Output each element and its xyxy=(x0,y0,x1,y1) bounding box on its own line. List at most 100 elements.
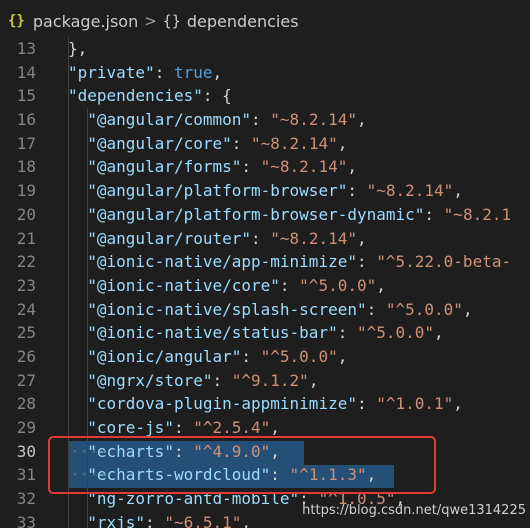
punctuation: , xyxy=(347,157,357,177)
line-number: 28 xyxy=(16,394,36,414)
punctuation: , xyxy=(337,133,348,153)
json-key: "rxjs" xyxy=(87,512,146,528)
line-number: 13 xyxy=(16,39,36,58)
code-text: "@angular/forms": "~8.2.14", xyxy=(87,155,357,179)
json-string: "^1.0.1" xyxy=(376,394,454,414)
punctuation: : xyxy=(356,394,377,414)
punctuation: , xyxy=(453,394,463,414)
json-key: "@ionic-native/app-minimize" xyxy=(87,252,357,272)
indent-guide xyxy=(68,179,69,203)
line-number: 29 xyxy=(16,418,36,437)
json-key: "@ionic/angular" xyxy=(87,346,242,366)
code-text: "rxjs": "~6.5.1", xyxy=(87,511,251,528)
object-icon: {} xyxy=(162,12,181,30)
code-line[interactable]: 19 "@angular/platform-browser": "~8.2.14"… xyxy=(0,179,530,203)
line-number: 17 xyxy=(16,133,36,153)
punctuation: : xyxy=(347,181,367,201)
code-text: "@ngrx/store": "^9.1.2", xyxy=(87,369,318,393)
code-line[interactable]: 25 "@ionic-native/status-bar": "^5.0.0", xyxy=(0,321,530,345)
code-text: "@ionic-native/core": "^5.0.0", xyxy=(87,274,386,298)
line-number: 23 xyxy=(16,275,36,295)
line-number: 27 xyxy=(16,370,36,390)
code-line[interactable]: 28 "cordova-plugin-appminimize": "^1.0.1"… xyxy=(0,392,530,416)
line-number: 26 xyxy=(16,346,36,366)
punctuation: : xyxy=(356,252,377,272)
line-number: 24 xyxy=(16,299,36,319)
punctuation: }, xyxy=(68,39,88,58)
punctuation: : xyxy=(241,346,261,366)
code-text: "@ionic-native/status-bar": "^5.0.0", xyxy=(87,321,443,345)
punctuation: : xyxy=(173,418,194,437)
punctuation: , xyxy=(453,181,463,201)
code-editor[interactable]: {} package.json > {} dependencies 13}, 14… xyxy=(0,0,530,528)
punctuation: : xyxy=(154,62,174,82)
code-line[interactable]: 15 "dependencies": { xyxy=(0,84,530,109)
punctuation: , xyxy=(434,323,444,343)
json-key: "@angular/platform-browser-dynamic" xyxy=(87,204,425,224)
code-text: "@angular/router": "~8.2.14", xyxy=(87,227,366,251)
json-string: "~8.2.14" xyxy=(251,133,338,153)
code-line[interactable]: 24 "@ionic-native/splash-screen": "^5.0.0… xyxy=(0,297,530,322)
punctuation: : xyxy=(251,110,271,130)
json-key: "@ionic-native/status-bar" xyxy=(87,323,338,343)
code-line[interactable]: 17 "@angular/core": "~8.2.14", xyxy=(0,131,530,156)
indent-guide xyxy=(68,510,69,528)
code-text: "@ionic-native/app-minimize": "^5.22.0-b… xyxy=(87,250,511,274)
punctuation: , xyxy=(241,512,252,528)
code-line[interactable]: 22 "@ionic-native/app-minimize": "^5.22.0… xyxy=(0,250,530,274)
code-text: "@angular/platform-browser-dynamic": "~8… xyxy=(87,203,511,227)
breadcrumb-node[interactable]: dependencies xyxy=(187,12,299,31)
code-line[interactable]: 21 "@angular/router": "~8.2.14", xyxy=(0,226,530,251)
line-number: 33 xyxy=(16,512,36,528)
line-number: 16 xyxy=(16,110,36,130)
code-line[interactable]: 16 "@angular/common": "~8.2.14", xyxy=(0,108,530,132)
json-string: "^5.0.0" xyxy=(356,323,435,343)
code-text: "@angular/platform-browser": "~8.2.14", xyxy=(87,179,463,203)
json-key: "@angular/router" xyxy=(87,228,252,248)
punctuation: , xyxy=(308,370,319,390)
punctuation: : xyxy=(337,323,357,343)
indent-guide xyxy=(68,131,69,156)
code-line[interactable]: 26 "@ionic/angular": "^5.0.0", xyxy=(0,344,530,369)
line-number: 15 xyxy=(16,86,36,106)
code-line[interactable]: 18 "@angular/forms": "~8.2.14", xyxy=(0,155,530,180)
json-key: "@angular/forms" xyxy=(87,157,242,177)
line-number: 18 xyxy=(16,157,36,177)
json-key: "dependencies" xyxy=(68,86,203,106)
json-string: "^5.0.0" xyxy=(385,299,463,319)
json-string: "~8.2.1 xyxy=(443,204,512,224)
code-text: }, xyxy=(68,37,87,61)
json-string: "~8.2.14" xyxy=(270,110,357,130)
indent-guide xyxy=(68,321,69,345)
punctuation: , xyxy=(462,299,473,319)
json-key: "cordova-plugin-appminimize" xyxy=(87,394,357,414)
breadcrumb: {} package.json > {} dependencies xyxy=(0,0,530,42)
code-line[interactable]: 14 "private": true, xyxy=(0,60,530,85)
code-line[interactable]: 13}, xyxy=(0,37,530,61)
punctuation: : xyxy=(145,512,165,528)
punctuation: : xyxy=(251,228,271,248)
code-line[interactable]: 27 "@ngrx/store": "^9.1.2", xyxy=(0,368,530,393)
line-number: 31 xyxy=(16,465,36,485)
breadcrumb-file[interactable]: package.json xyxy=(33,12,138,31)
json-string: "^2.5.4" xyxy=(193,418,271,437)
punctuation: , xyxy=(356,228,367,248)
json-boolean: true xyxy=(173,62,213,82)
watermark: https://blog.csdn.net/qwe1314225 xyxy=(302,503,526,518)
code-line[interactable]: 23 "@ionic-native/core": "^5.0.0", xyxy=(0,273,530,298)
json-string: "~6.5.1" xyxy=(164,512,242,528)
breadcrumb-separator: > xyxy=(144,12,157,30)
json-string: "~8.2.14" xyxy=(270,228,357,248)
json-key: "@angular/platform-browser" xyxy=(87,181,348,201)
line-number: 22 xyxy=(16,252,36,272)
code-line[interactable]: 20 "@angular/platform-browser-dynamic": "… xyxy=(0,202,530,227)
json-file-icon: {} xyxy=(8,13,25,29)
json-key: "private" xyxy=(68,62,155,82)
code-text: "private": true, xyxy=(68,61,222,85)
punctuation: : xyxy=(241,157,261,177)
code-text: "cordova-plugin-appminimize": "^1.0.1", xyxy=(87,392,463,416)
indent-guide xyxy=(68,108,69,132)
json-string: "~8.2.14" xyxy=(366,181,454,201)
json-string: "~8.2.14" xyxy=(260,157,348,177)
indent-guide xyxy=(68,202,69,227)
